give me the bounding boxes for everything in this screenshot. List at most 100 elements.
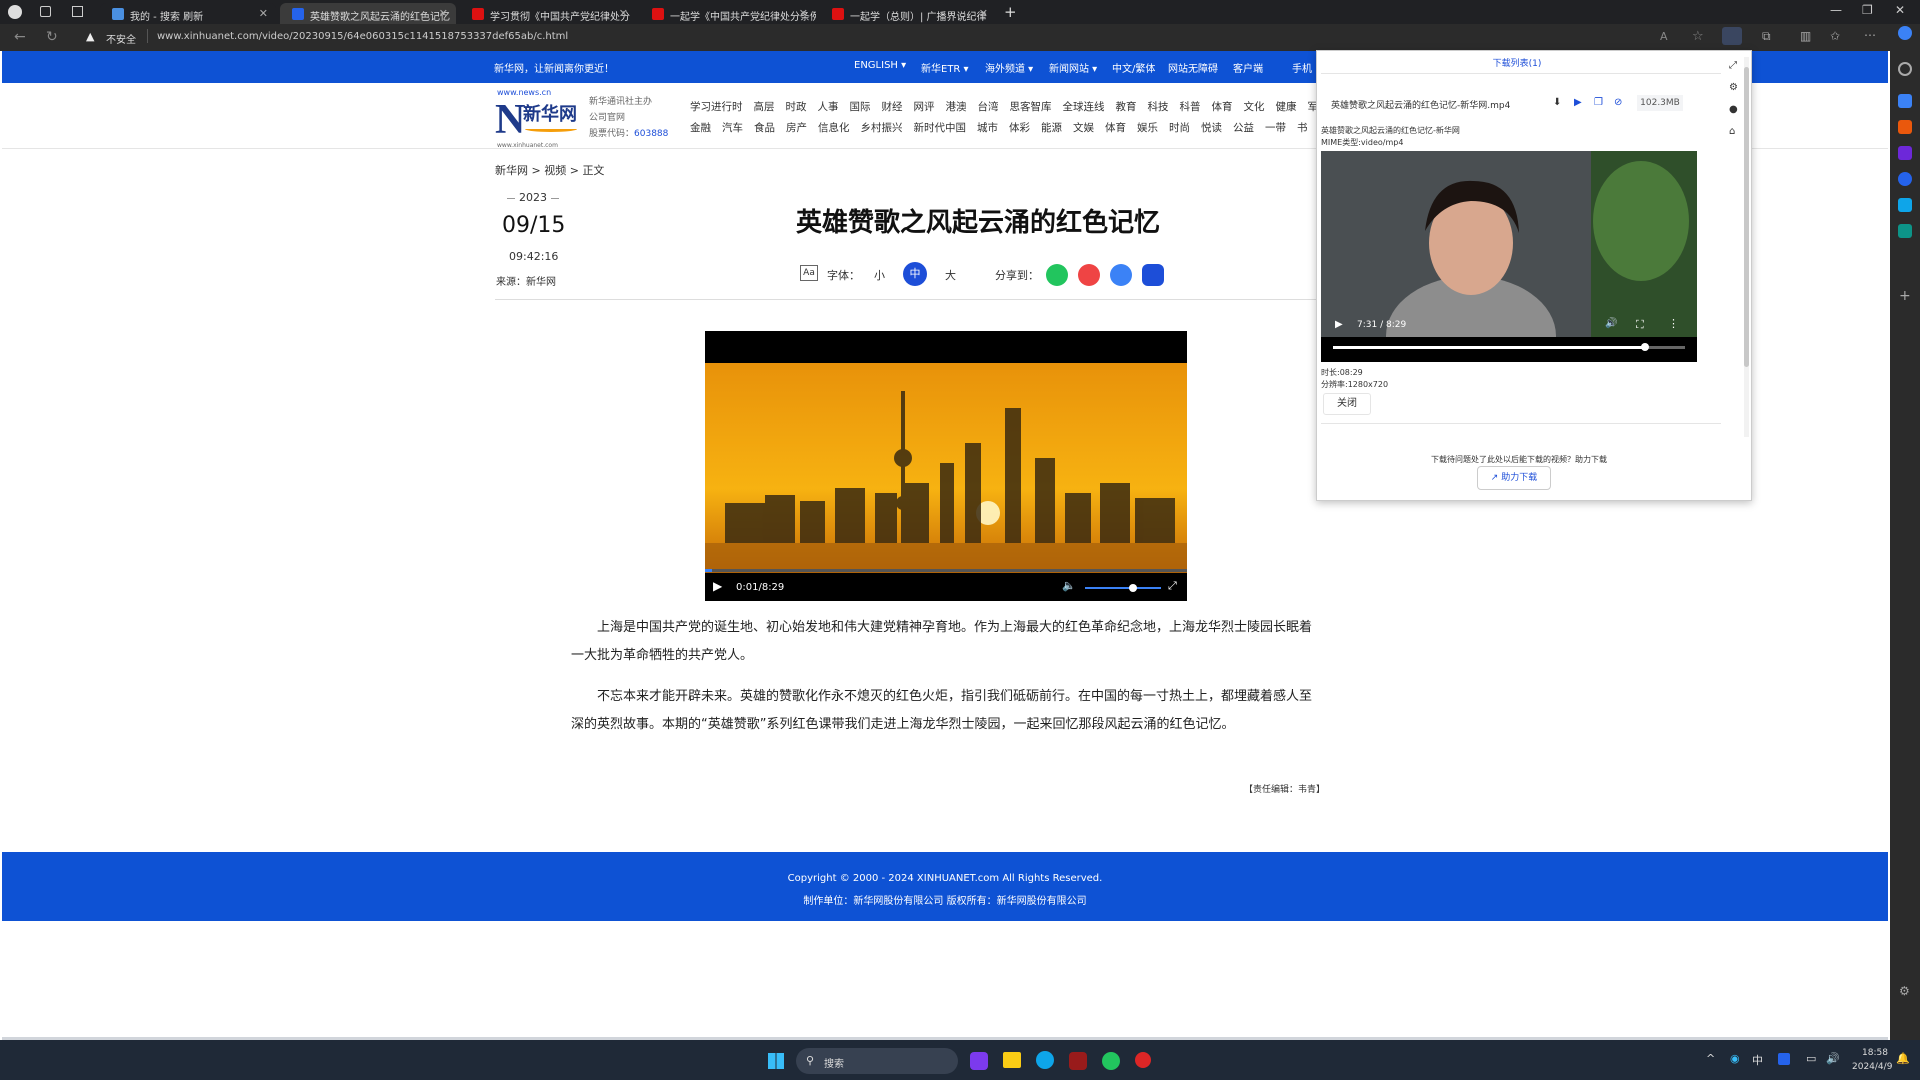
stock-code[interactable]: 603888 <box>634 129 668 139</box>
channel-link[interactable]: 全球连线 <box>1063 101 1105 113</box>
channel-link[interactable]: 体育 <box>1105 122 1126 134</box>
channel-link[interactable]: 书 <box>1297 122 1308 134</box>
channel-link[interactable]: 人事 <box>818 101 839 113</box>
channel-link[interactable]: 思客智库 <box>1010 101 1052 113</box>
widgets-app-icon[interactable] <box>970 1052 988 1070</box>
popup-video-progress-track[interactable] <box>1333 343 1685 351</box>
close-tab-icon[interactable]: ✕ <box>259 7 268 20</box>
link-accessibility[interactable]: 网站无障碍 <box>1168 60 1218 75</box>
clock-date[interactable]: 2024/4/9 <box>1852 1062 1892 1072</box>
link-mobile[interactable]: 手机 <box>1292 60 1312 75</box>
channel-link[interactable]: 娱乐 <box>1137 122 1158 134</box>
minimize-button[interactable]: — <box>1830 3 1842 17</box>
channel-link[interactable]: 汽车 <box>722 122 743 134</box>
file-play-icon[interactable]: ▶ <box>1574 97 1582 108</box>
tab-learn[interactable]: 一起学《中国共产党纪律处分条例 ✕ <box>640 3 816 24</box>
channel-link[interactable]: 文化 <box>1244 101 1265 113</box>
taskbar-search[interactable]: ⚲ 搜索 <box>796 1048 958 1074</box>
popup-scroll-thumb[interactable] <box>1744 67 1749 367</box>
popup-home-icon[interactable]: ⌂ <box>1729 121 1741 143</box>
channel-link[interactable]: 城市 <box>977 122 998 134</box>
channel-link[interactable]: 财经 <box>882 101 903 113</box>
channel-link[interactable]: 房产 <box>786 122 807 134</box>
main-video-progress-track[interactable] <box>705 569 1187 572</box>
channel-link[interactable]: 港澳 <box>946 101 967 113</box>
channel-link[interactable]: 体育 <box>1212 101 1233 113</box>
breadcrumb-video[interactable]: 视频 <box>544 164 566 177</box>
extension-download-icon[interactable] <box>1722 27 1742 45</box>
link-overseas[interactable]: 海外频道 ▾ <box>985 60 1033 75</box>
popup-fullscreen-icon[interactable]: ⛶ <box>1636 318 1644 332</box>
restore-button[interactable]: ❐ <box>1862 3 1873 17</box>
channel-link[interactable]: 台湾 <box>978 101 999 113</box>
font-small-button[interactable]: 小 <box>874 267 885 283</box>
popup-play-icon[interactable]: ▶ <box>1335 319 1343 330</box>
recorder-app-icon[interactable] <box>1135 1052 1151 1068</box>
security-label[interactable]: 不安全 <box>106 31 136 46</box>
favorite-star-icon[interactable]: ☆ <box>1692 29 1704 44</box>
channel-link[interactable]: 科技 <box>1148 101 1169 113</box>
shopping-icon[interactable] <box>1898 94 1912 108</box>
browser-profile-icon[interactable] <box>8 5 22 19</box>
popup-progress-knob[interactable] <box>1640 343 1649 351</box>
tray-overflow-icon[interactable]: ^ <box>1706 1052 1715 1065</box>
close-tab-icon[interactable]: ✕ <box>619 7 628 20</box>
split-screen-icon[interactable]: ▥ <box>1800 29 1811 43</box>
clock-time[interactable]: 18:58 <box>1862 1048 1888 1058</box>
channel-link[interactable]: 时尚 <box>1169 122 1190 134</box>
tray-mic-icon[interactable]: ◉ <box>1730 1052 1740 1065</box>
channel-link[interactable]: 教育 <box>1116 101 1137 113</box>
tab-search[interactable]: 我的 - 搜索 刷新 ✕ <box>100 3 276 24</box>
search-sidebar-icon[interactable] <box>1898 62 1912 76</box>
close-tab-icon[interactable]: ✕ <box>439 7 448 20</box>
file-copy-icon[interactable]: ❐ <box>1594 97 1603 108</box>
link-client[interactable]: 客户端 <box>1233 60 1263 75</box>
tab-study[interactable]: 学习贯彻《中国共产党纪律处分 ✕ <box>460 3 636 24</box>
close-tab-icon[interactable]: ✕ <box>799 7 808 20</box>
volume-icon[interactable]: 🔊 <box>1826 1052 1840 1065</box>
channel-link[interactable]: 食品 <box>754 122 775 134</box>
main-video-player[interactable]: ▶ 0:01/8:29 🔈 ⤢ <box>705 331 1187 601</box>
link-news-sites[interactable]: 新闻网站 ▾ <box>1049 60 1097 75</box>
channel-link[interactable]: 新时代中国 <box>914 122 967 134</box>
tab-learn-general[interactable]: 一起学（总则）| 广播界说纪律 ✕ <box>820 3 996 24</box>
workspaces-icon[interactable] <box>40 6 51 17</box>
notification-icon[interactable]: 🔔 <box>1896 1052 1910 1065</box>
link-traditional[interactable]: 中文/繁体 <box>1112 60 1155 75</box>
channel-link[interactable]: 高层 <box>754 101 775 113</box>
drop-icon[interactable] <box>1898 224 1912 238</box>
main-fullscreen-icon[interactable]: ⤢ <box>1168 579 1177 593</box>
xinhua-logo[interactable]: www.news.cn N 新华网 www.xinhuanet.com <box>495 88 585 150</box>
start-button[interactable] <box>768 1053 784 1069</box>
tools-icon[interactable] <box>1898 120 1912 134</box>
popup-volume-icon[interactable]: 🔊 <box>1605 318 1617 329</box>
outlook-icon[interactable] <box>1898 198 1912 212</box>
channel-link[interactable]: 网评 <box>914 101 935 113</box>
tray-app-icon[interactable] <box>1778 1053 1790 1065</box>
network-icon[interactable]: ▭ <box>1806 1052 1816 1065</box>
link-english[interactable]: ENGLISH ▾ <box>854 60 906 71</box>
link-etr[interactable]: 新华ETR ▾ <box>921 60 969 75</box>
channel-link[interactable]: 文娱 <box>1073 122 1094 134</box>
font-medium-button[interactable]: 中 <box>903 262 927 286</box>
channel-link[interactable]: 悦读 <box>1201 122 1222 134</box>
edge-app-icon[interactable] <box>1036 1051 1054 1069</box>
file-block-icon[interactable]: ⊘ <box>1614 97 1622 108</box>
ime-indicator[interactable]: 中 <box>1752 1052 1763 1068</box>
popup-video-player[interactable]: ▶ 7:31 / 8:29 🔊 ⛶ ⋮ <box>1321 151 1697 362</box>
popup-settings-icon[interactable]: ⚙ <box>1729 77 1741 99</box>
channel-link[interactable]: 体彩 <box>1009 122 1030 134</box>
file-explorer-icon[interactable] <box>1003 1052 1021 1068</box>
tab-active-article[interactable]: 英雄赞歌之风起云涌的红色记忆 ✕ <box>280 3 456 24</box>
channel-link[interactable]: 时政 <box>786 101 807 113</box>
popup-more-icon[interactable]: ⋮ <box>1668 317 1679 330</box>
volume-knob[interactable] <box>1129 584 1137 592</box>
copilot-icon[interactable] <box>1898 26 1912 40</box>
channel-link[interactable]: 能源 <box>1041 122 1062 134</box>
popup-scrollbar[interactable] <box>1744 57 1749 437</box>
main-volume-slider[interactable] <box>1085 584 1161 592</box>
tab-actions-icon[interactable] <box>72 6 83 17</box>
wechat-app-icon[interactable] <box>1102 1052 1120 1070</box>
share-app-icon[interactable] <box>1142 264 1164 286</box>
popup-close-button[interactable]: 关闭 <box>1323 393 1371 415</box>
